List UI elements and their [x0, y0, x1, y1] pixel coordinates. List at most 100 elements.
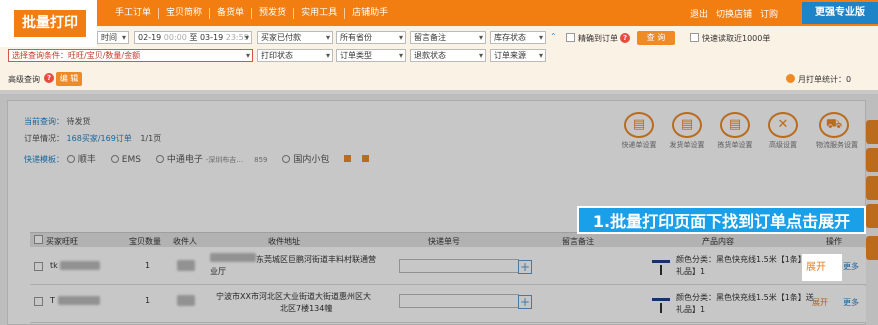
template-zto[interactable]: 中通电子	[167, 155, 203, 165]
fast-read-checkbox[interactable]	[690, 33, 699, 42]
address-line1: 宁波市XX市河北区大业街道大街道惠州区大	[216, 292, 371, 301]
advanced-query-label: 高级查询	[8, 75, 40, 84]
condition-select[interactable]: 选择查询条件：旺旺/宝贝/数量/金额	[8, 49, 253, 62]
logout-link[interactable]: 退出	[686, 7, 712, 20]
switch-shop-link[interactable]: 切换店铺	[712, 7, 756, 20]
add-template-icon[interactable]	[344, 155, 352, 162]
monthly-stat: 月打单统计：0	[798, 75, 852, 84]
active-tab-highlight: 批量打印	[0, 0, 97, 47]
tool-logistics-settings[interactable]: ⛟ 物流服务设置	[816, 112, 858, 150]
th-qty[interactable]: 宝贝数量	[129, 236, 161, 247]
time-select[interactable]: 时间	[97, 31, 129, 44]
side-tab-1[interactable]	[866, 120, 878, 144]
order-type-select[interactable]: 订单类型	[336, 49, 406, 62]
tool-picking-settings[interactable]: ▤ 拣货单设置	[717, 112, 753, 150]
tool-label: 拣货单设置	[717, 141, 753, 149]
item-qty: 1	[145, 296, 151, 305]
more-link[interactable]: 更多	[843, 261, 859, 272]
stock-select[interactable]: 库存状态	[490, 31, 546, 44]
side-tab-5[interactable]	[866, 236, 878, 260]
product-image[interactable]	[650, 252, 672, 278]
tool-advanced-settings[interactable]: ✕ 高级设置	[765, 112, 801, 150]
tool-label: 高级设置	[769, 141, 797, 149]
current-query-label: 当前查询：	[24, 117, 64, 126]
th-recipient[interactable]: 收件人	[173, 236, 197, 247]
tutorial-callout: 1.批量打印页面下找到订单点击展开	[577, 206, 866, 234]
order-source-select[interactable]: 订单来源	[490, 49, 546, 62]
th-product[interactable]: 产品内容	[702, 236, 734, 247]
top-nav-bar: 手工订单 宝贝简称 备货单 预发货 实用工具 店铺助手 退出 切换店铺 订购 更…	[0, 0, 878, 26]
th-action: 操作	[826, 237, 842, 246]
th-buyer[interactable]: 买家旺旺	[46, 236, 78, 247]
more-link[interactable]: 更多	[843, 297, 859, 308]
radio-domestic[interactable]	[282, 155, 291, 163]
nav-stock-list[interactable]: 备货单	[210, 7, 253, 19]
filter-panel: 时间 02-19 00:00 至 03-19 23:59 买家已付款 所有省份 …	[0, 26, 878, 90]
add-remark-button[interactable]: +	[518, 295, 532, 309]
advanced-help-icon[interactable]: ?	[44, 73, 54, 83]
address-line1: 东莞城区巨鹏河街道丰料村联通营	[256, 255, 376, 264]
recipient-blur	[177, 260, 195, 271]
buyer-status-select[interactable]: 买家已付款	[257, 31, 333, 44]
refund-status-select[interactable]: 退款状态	[410, 49, 486, 62]
th-address[interactable]: 收件地址	[268, 236, 300, 247]
print-status-select[interactable]: 打印状态	[257, 49, 333, 62]
fast-read-label: 快速读取近1000单	[702, 34, 771, 43]
nav-pre-ship[interactable]: 预发货	[252, 7, 295, 19]
template-sub: -深圳布吉…	[205, 156, 244, 164]
buyer-blur	[60, 261, 100, 270]
edit-template-icon[interactable]	[362, 155, 370, 162]
nav-manual-order[interactable]: 手工订单	[108, 7, 160, 19]
remark-select[interactable]: 留言备注	[410, 31, 486, 44]
side-tab-3[interactable]	[866, 176, 878, 200]
table-row[interactable]: T 1 宁波市XX市河北区大业街道大街道惠州区大 北区7楼134幢 + 颜色分类…	[30, 286, 866, 323]
expand-link[interactable]: 展开	[812, 297, 828, 308]
radio-zto[interactable]	[155, 155, 164, 163]
calendar-icon	[786, 74, 795, 84]
collapse-icon[interactable]: ⌃	[550, 32, 557, 41]
order-info-value: 168买家/169订单	[66, 134, 132, 143]
precise-order-checkbox[interactable]	[566, 33, 575, 42]
search-button[interactable]: 查 询	[637, 31, 675, 45]
row-checkbox[interactable]	[34, 297, 43, 306]
pro-version-badge[interactable]: 更强专业版	[802, 2, 878, 24]
date-range-input[interactable]: 02-19 00:00 至 03-19 23:59	[134, 31, 252, 44]
subscribe-link[interactable]: 订购	[756, 7, 782, 20]
nav-shop-assistant[interactable]: 店铺助手	[345, 8, 395, 19]
item-qty: 1	[145, 261, 151, 270]
print-icon: ▤	[720, 112, 750, 138]
th-remark[interactable]: 留言备注	[562, 236, 594, 247]
tracking-input[interactable]	[399, 259, 519, 273]
tool-delivery-settings[interactable]: ▤ 发货单设置	[669, 112, 705, 150]
truck-icon: ⛟	[819, 112, 849, 138]
page-info: 1/1页	[140, 134, 162, 143]
province-select[interactable]: 所有省份	[336, 31, 406, 44]
add-remark-button[interactable]: +	[518, 260, 532, 274]
time-from: 00:00	[163, 33, 187, 42]
radio-sf[interactable]	[66, 155, 75, 163]
product-image[interactable]	[650, 290, 672, 316]
template-ems[interactable]: EMS	[122, 155, 141, 165]
date-to-label: 至	[189, 33, 198, 42]
row-checkbox[interactable]	[34, 262, 43, 271]
radio-ems[interactable]	[110, 155, 119, 163]
side-tab-2[interactable]	[866, 148, 878, 172]
tracking-input[interactable]	[399, 294, 519, 308]
nav-item-alias[interactable]: 宝贝简称	[159, 7, 211, 19]
table-row[interactable]: tk 1 东莞城区巨鹏河街道丰料村联通营 业厅 + 颜色分类：黑色快充线1.5米…	[30, 248, 866, 285]
th-tracking[interactable]: 快递单号	[428, 236, 460, 247]
product-spec-2: 礼品】1	[676, 267, 706, 276]
nav-tools[interactable]: 实用工具	[294, 7, 346, 19]
help-icon[interactable]: ?	[620, 33, 630, 43]
tab-batch-print[interactable]: 批量打印	[14, 10, 86, 37]
select-all-checkbox[interactable]	[34, 235, 43, 244]
tool-express-settings[interactable]: ▤ 快递单设置	[621, 112, 657, 150]
address-line2: 北区7楼134幢	[280, 304, 333, 313]
product-spec: 颜色分类：黑色快充线1.5米【1条】送	[676, 293, 814, 302]
template-sf[interactable]: 顺丰	[78, 155, 96, 165]
product-spec: 颜色分类：黑色快充线1.5米【1条】送	[676, 255, 814, 264]
highlighted-expand-button[interactable]: 展开	[802, 254, 842, 281]
side-tab-4[interactable]	[866, 204, 878, 228]
template-domestic[interactable]: 国内小包	[293, 155, 329, 165]
edit-button[interactable]: 编 辑	[56, 72, 82, 86]
